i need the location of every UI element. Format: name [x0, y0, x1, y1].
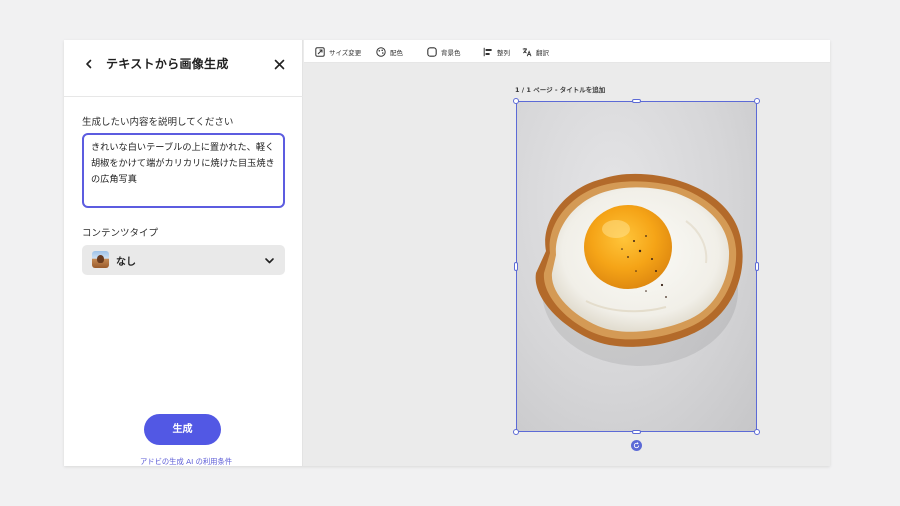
app-window: テキストから画像生成 生成したい内容を説明してください きれいな白いテーブルの上… — [64, 40, 830, 466]
rotate-handle[interactable] — [631, 440, 642, 451]
page-label[interactable]: 1 / 1 ページ - タイトルを追加 — [515, 84, 605, 94]
background-color-icon — [426, 46, 437, 57]
toolbar-palette-button[interactable]: 配色 — [375, 45, 403, 58]
align-icon — [482, 46, 493, 57]
generate-button[interactable]: 生成 — [144, 414, 221, 445]
text-to-image-panel: テキストから画像生成 生成したい内容を説明してください きれいな白いテーブルの上… — [64, 40, 303, 466]
resize-handle-bottom-right[interactable] — [754, 429, 760, 435]
prompt-label: 生成したい内容を説明してください — [82, 117, 234, 128]
resize-handle-top-right[interactable] — [754, 98, 760, 104]
toolbar: サイズ変更 配色 背景色 整列 翻訳 — [304, 40, 830, 63]
generated-image[interactable] — [516, 101, 757, 432]
toolbar-item-label: 翻訳 — [536, 48, 549, 57]
resize-handle-bottom[interactable] — [632, 430, 641, 434]
toolbar-translate-button[interactable]: 翻訳 — [521, 45, 549, 58]
resize-handle-top[interactable] — [632, 99, 641, 103]
toolbar-item-label: 配色 — [390, 48, 403, 57]
content-type-label: コンテンツタイプ — [82, 228, 159, 239]
fried-egg-image — [535, 173, 743, 366]
resize-handle-top-left[interactable] — [513, 98, 519, 104]
resize-handle-right[interactable] — [755, 262, 759, 271]
translate-icon — [521, 46, 532, 57]
prompt-textarea[interactable]: きれいな白いテーブルの上に置かれた、軽く胡椒をかけて端がカリカリに焼けた目玉焼き… — [82, 133, 285, 208]
chevron-down-icon — [262, 253, 276, 267]
toolbar-item-label: 整列 — [497, 48, 510, 57]
content-type-select[interactable]: なし — [82, 245, 285, 275]
rotate-icon — [633, 442, 640, 449]
resize-handle-bottom-left[interactable] — [513, 429, 519, 435]
content-type-value: なし — [116, 257, 136, 268]
palette-icon — [375, 46, 386, 57]
back-button[interactable] — [80, 55, 98, 73]
toolbar-resize-button[interactable]: サイズ変更 — [314, 45, 361, 58]
artboard[interactable] — [513, 98, 760, 451]
chevron-left-icon — [86, 59, 92, 69]
toolbar-item-label: サイズ変更 — [329, 48, 362, 57]
close-icon — [274, 59, 284, 69]
design-canvas[interactable]: 1 / 1 ページ - タイトルを追加 — [304, 63, 830, 466]
resize-icon — [314, 46, 325, 57]
panel-title: テキストから画像生成 — [106, 57, 229, 71]
content-type-thumbnail-icon — [92, 251, 109, 268]
resize-handle-left[interactable] — [514, 262, 518, 271]
panel-header: テキストから画像生成 — [64, 40, 303, 97]
terms-link[interactable]: アドビの生成 AI の利用条件 — [140, 457, 232, 467]
close-button[interactable] — [270, 55, 288, 73]
toolbar-align-button[interactable]: 整列 — [482, 45, 510, 58]
toolbar-background-color-button[interactable]: 背景色 — [426, 45, 461, 58]
toolbar-item-label: 背景色 — [441, 48, 461, 57]
